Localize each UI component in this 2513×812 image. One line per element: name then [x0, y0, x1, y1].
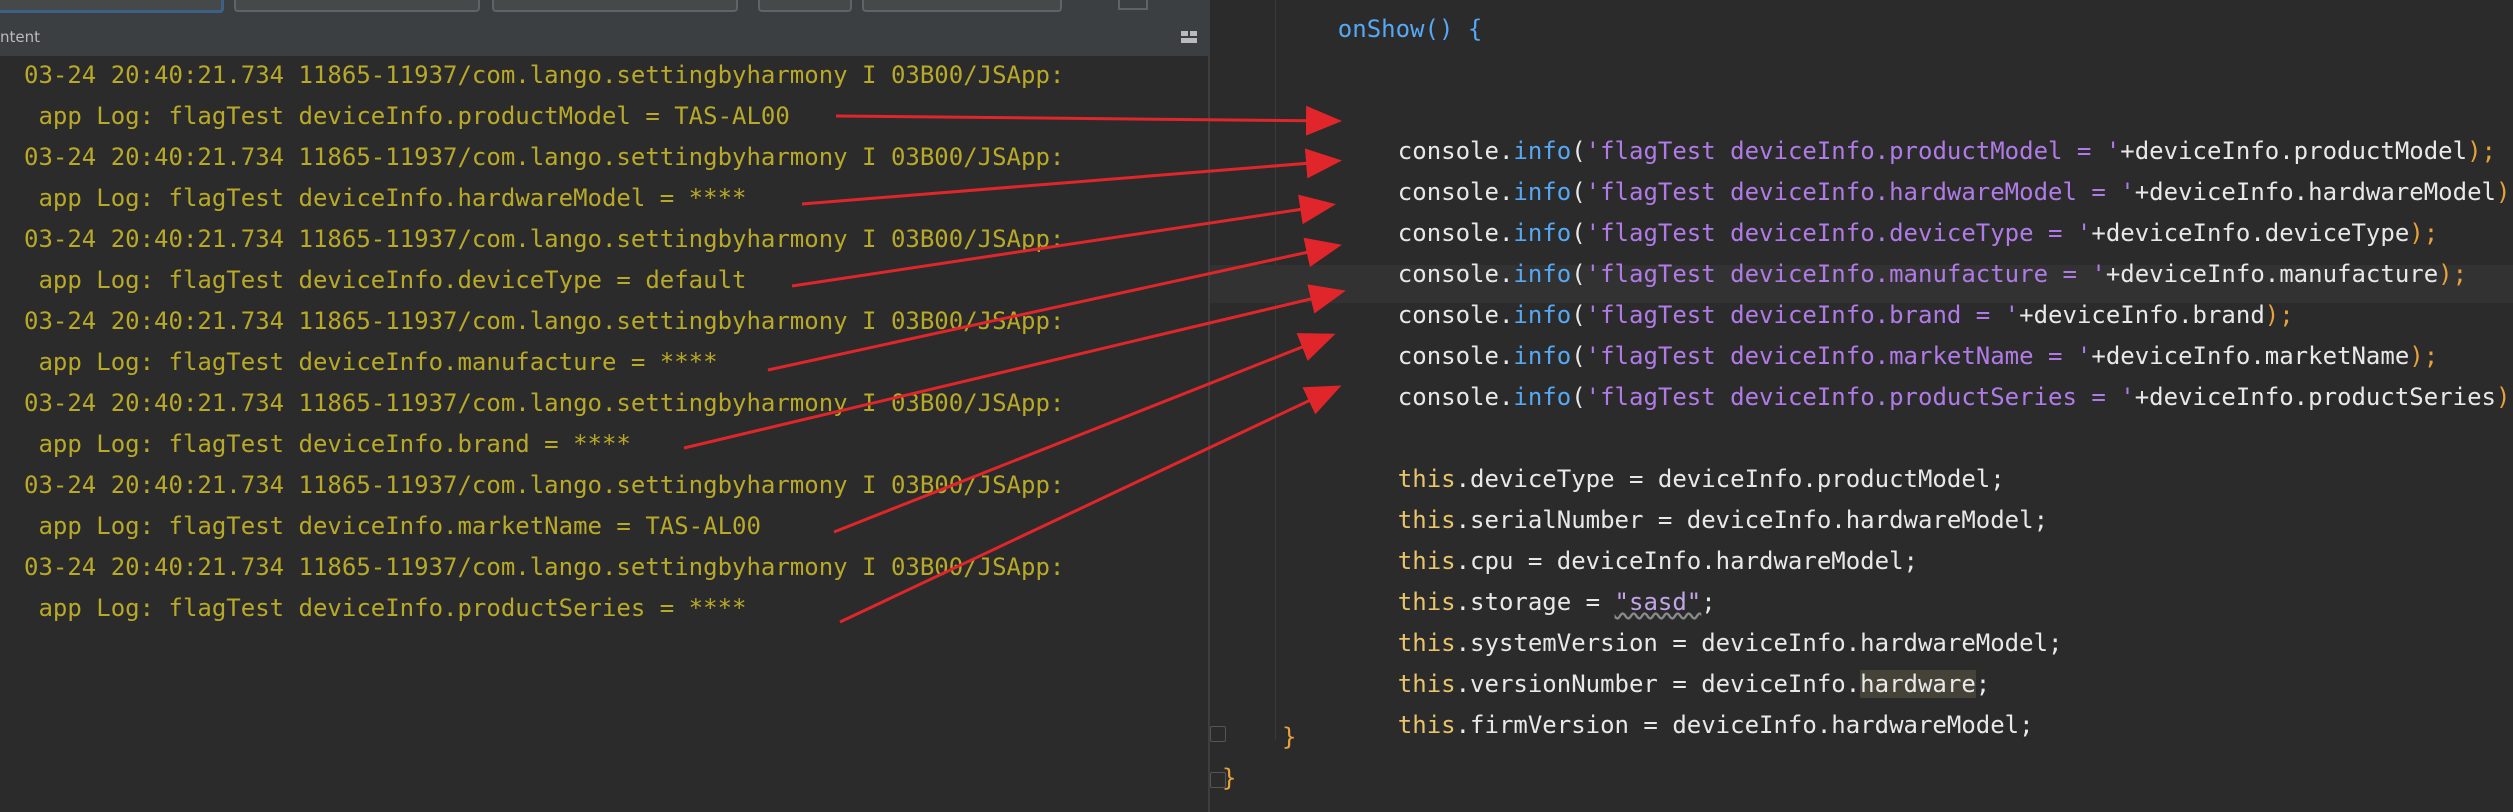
log-tab-label[interactable]: ntent: [0, 28, 40, 46]
code-expr: +deviceInfo.productSeries: [2134, 383, 2496, 411]
log-line: 03-24 20:40:21.734 11865-11937/com.lango…: [24, 61, 1065, 89]
indent-guide: [1275, 0, 1276, 740]
log-line: 03-24 20:40:21.734 11865-11937/com.lango…: [24, 143, 1065, 171]
method-header: onShow() {: [1337, 15, 1483, 43]
code-obj: console: [1397, 383, 1499, 411]
log-toolbar: ntent: [0, 0, 1208, 57]
log-level-select[interactable]: [492, 0, 738, 12]
code-line-assign: this.firmVersion = deviceInfo.hardwareMo…: [1340, 680, 2034, 770]
log-line: app Log: flagTest deviceInfo.productSeri…: [24, 594, 747, 622]
log-line: 03-24 20:40:21.734 11865-11937/com.lango…: [24, 225, 1065, 253]
fold-marker-icon[interactable]: [1210, 726, 1226, 742]
log-line: app Log: flagTest deviceInfo.marketName …: [24, 512, 761, 540]
device-select[interactable]: [0, 0, 224, 13]
log-line: 03-24 20:40:21.734 11865-11937/com.lango…: [24, 471, 1065, 499]
log-line: 03-24 20:40:21.734 11865-11937/com.lango…: [24, 307, 1065, 335]
code-string: 'flagTest deviceInfo.productSeries = ': [1585, 383, 2135, 411]
code-method: info: [1513, 383, 1572, 411]
log-line: app Log: flagTest deviceInfo.deviceType …: [24, 266, 747, 294]
fold-marker-icon[interactable]: [1210, 772, 1226, 788]
process-select[interactable]: [234, 0, 480, 12]
regex-checkbox[interactable]: [1118, 0, 1148, 10]
code-end: );: [2495, 178, 2513, 206]
closing-brace-inner: }: [1282, 723, 1297, 751]
code-editor[interactable]: onShow() { console.info('flagTest device…: [1210, 0, 2513, 812]
log-line: app Log: flagTest deviceInfo.manufacture…: [24, 348, 718, 376]
log-panel: ntent 03-24 20:40:21.734 11865-11937/com…: [0, 0, 1210, 812]
log-line: 03-24 20:40:21.734 11865-11937/com.lango…: [24, 553, 1065, 581]
code-line-header: onShow() {: [1280, 0, 1483, 74]
code-end: );: [2438, 260, 2468, 288]
code-end: );: [2495, 383, 2513, 411]
code-expr: .firmVersion = deviceInfo.hardwareModel;: [1455, 711, 2034, 739]
search-input[interactable]: [862, 0, 1062, 12]
filter-select[interactable]: [758, 0, 852, 12]
log-line: app Log: flagTest deviceInfo.hardwareMod…: [24, 184, 747, 212]
layout-icon[interactable]: [1180, 30, 1198, 44]
log-line: 03-24 20:40:21.734 11865-11937/com.lango…: [24, 389, 1065, 417]
log-line: app Log: flagTest deviceInfo.brand = ***…: [24, 430, 631, 458]
code-keyword: this: [1397, 711, 1456, 739]
log-line: app Log: flagTest deviceInfo.productMode…: [24, 102, 790, 130]
code-line-console: console.info('flagTest deviceInfo.produc…: [1340, 352, 2513, 442]
